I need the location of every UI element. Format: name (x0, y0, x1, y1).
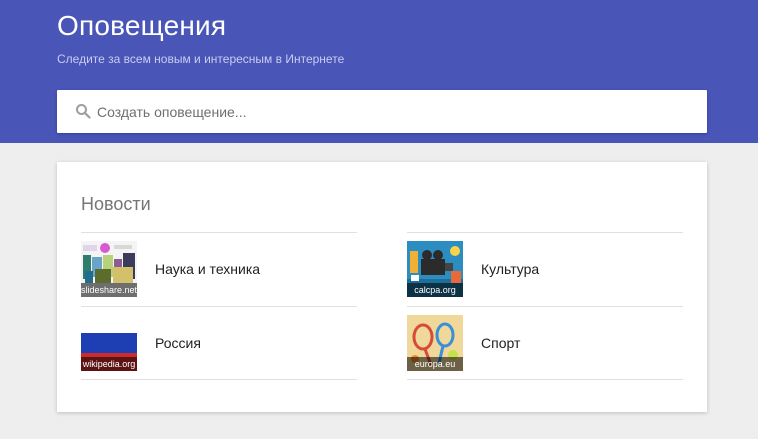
science-thumbnail: slideshare.net (81, 241, 137, 297)
culture-thumbnail: calcpa.org (407, 241, 463, 297)
topic-culture[interactable]: calcpa.org Культура (407, 232, 683, 306)
topic-science[interactable]: slideshare.net Наука и техника (81, 232, 357, 306)
russia-flag-thumbnail: wikipedia.org (81, 315, 137, 371)
sport-thumbnail: europa.eu (407, 315, 463, 371)
thumbnail-source: slideshare.net (81, 283, 137, 297)
topic-label: Спорт (481, 335, 521, 351)
page-subtitle: Следите за всем новым и интересным в Инт… (57, 52, 345, 66)
thumbnail-source: calcpa.org (407, 283, 463, 297)
topic-sport[interactable]: europa.eu Спорт (407, 306, 683, 380)
topic-russia[interactable]: wikipedia.org Россия (81, 306, 357, 380)
thumbnail-source: wikipedia.org (81, 357, 137, 371)
header: Оповещения Следите за всем новым и интер… (0, 0, 758, 143)
topic-label: Культура (481, 261, 540, 277)
topic-label: Россия (155, 335, 201, 351)
page-title: Оповещения (57, 10, 227, 41)
thumbnail-source: europa.eu (407, 357, 463, 371)
news-card: Новости slideshare.net Наука и техника c… (57, 162, 707, 412)
search-icon (76, 104, 91, 119)
search-box[interactable] (57, 90, 707, 133)
topic-label: Наука и техника (155, 261, 261, 277)
create-alert-input[interactable] (97, 90, 697, 133)
news-section-title: Новости (81, 194, 151, 214)
